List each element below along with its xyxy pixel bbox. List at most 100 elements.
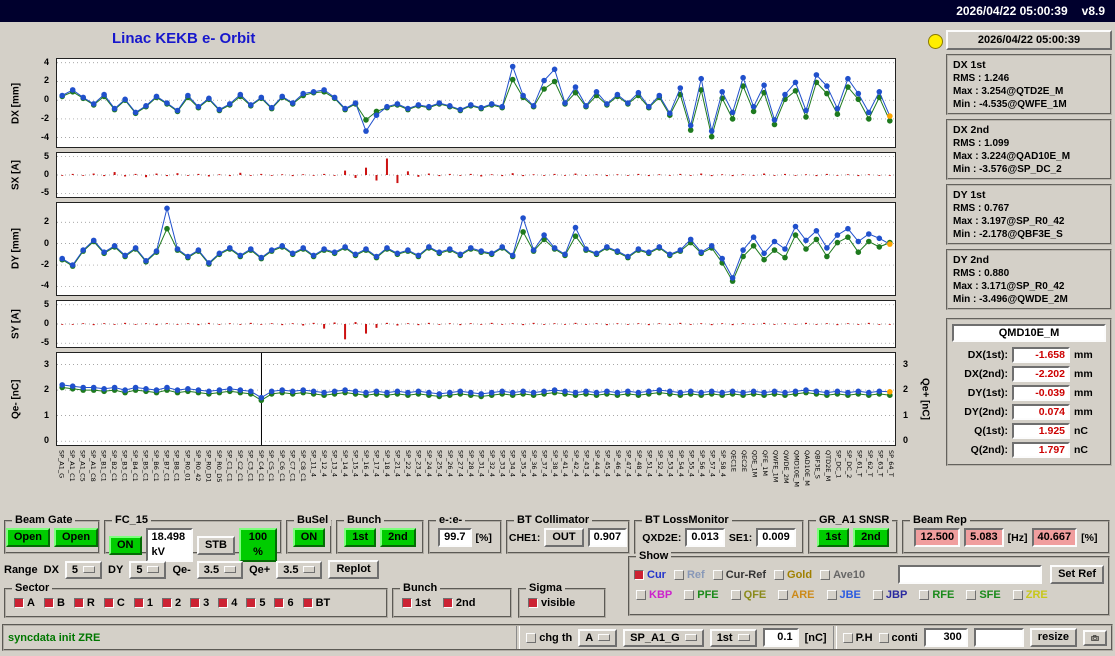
region-checkbox-rfe[interactable]: RFE: [919, 589, 954, 601]
checkbox-box[interactable]: [826, 590, 837, 600]
checkbox-box[interactable]: [712, 569, 723, 580]
checkbox-box[interactable]: [103, 598, 114, 608]
checkbox-box[interactable]: [528, 598, 538, 608]
sector-checkbox-b[interactable]: B: [43, 597, 65, 609]
conti-checkbox[interactable]: conti: [878, 631, 918, 644]
conti-label: conti: [891, 631, 918, 644]
gr-snsr-1st-button[interactable]: 1st: [817, 528, 850, 547]
checkbox-box[interactable]: [402, 598, 412, 608]
checkbox-box[interactable]: [778, 590, 789, 600]
bpm-name-label: SP_33_4: [498, 450, 507, 477]
sector-checkbox-2[interactable]: 2: [161, 597, 181, 609]
sector-checkbox-c[interactable]: C: [103, 597, 125, 609]
checkbox-box[interactable]: [526, 632, 537, 643]
checkbox-box[interactable]: [634, 569, 644, 580]
region-checkbox-are[interactable]: ARE: [778, 589, 815, 601]
sigma-checkbox-visible[interactable]: visible: [528, 597, 575, 609]
show-checkbox-ref[interactable]: Ref: [673, 569, 705, 581]
region-checkbox-jbp[interactable]: JBP: [872, 589, 907, 601]
bunch-select[interactable]: 1st: [709, 628, 757, 647]
beam-gate-open-button-1[interactable]: Open: [5, 528, 50, 547]
che1-state-button[interactable]: OUT: [544, 528, 584, 547]
range-qem-select[interactable]: 3.5: [196, 560, 244, 579]
ee-ratio-value-field[interactable]: 99.7: [438, 528, 472, 547]
region-checkbox-pfe[interactable]: PFE: [684, 589, 719, 601]
fc15-percent-button[interactable]: 100 %: [238, 528, 277, 562]
checkbox-box[interactable]: [73, 598, 84, 608]
interval-entry[interactable]: 300: [923, 628, 968, 647]
bunch-checkbox-1st[interactable]: 1st: [402, 597, 431, 609]
checkbox-box[interactable]: [161, 598, 172, 608]
beam-gate-open-button-2[interactable]: Open: [54, 528, 99, 547]
checkbox-box[interactable]: [1012, 590, 1023, 600]
checkbox-box[interactable]: [274, 598, 285, 608]
region-checkbox-zre[interactable]: ZRE: [1012, 589, 1048, 601]
bunch-1st-button[interactable]: 1st: [344, 528, 377, 547]
sector-checkbox-1[interactable]: 1: [133, 597, 153, 609]
bunch-2nd-button[interactable]: 2nd: [380, 528, 416, 547]
sector-checkbox-3[interactable]: 3: [190, 597, 209, 609]
sector-checkbox-r[interactable]: R: [73, 597, 95, 609]
sector-checkbox-bt[interactable]: BT: [302, 597, 330, 609]
checkbox-box[interactable]: [730, 590, 741, 600]
region-checkbox-qfe[interactable]: QFE: [730, 589, 766, 601]
device-select[interactable]: SP_A1_G: [623, 628, 704, 647]
mode-select[interactable]: A: [578, 628, 618, 647]
set-ref-button[interactable]: Set Ref: [1050, 565, 1104, 584]
checkbox-box[interactable]: [190, 598, 201, 608]
fc15-stb-button[interactable]: STB: [196, 535, 235, 555]
bpm-name-label: SP_42_4: [571, 450, 580, 477]
region-checkbox-kbp[interactable]: KBP: [636, 589, 672, 601]
sector-checkbox-4[interactable]: 4: [218, 597, 237, 609]
checkbox-box[interactable]: [133, 598, 144, 608]
qxd2e-value-field[interactable]: 0.013: [685, 528, 725, 547]
sector-checkbox-a[interactable]: A: [14, 597, 35, 609]
checkbox-box[interactable]: [966, 590, 977, 600]
che1-value-field[interactable]: 0.907: [587, 528, 628, 547]
se1-value-field[interactable]: 0.009: [756, 528, 796, 547]
checkbox-box[interactable]: [218, 598, 229, 608]
range-qep-select[interactable]: 3.5: [276, 560, 323, 579]
fc15-kv-field[interactable]: 18.498 kV: [145, 528, 193, 562]
threshold-entry[interactable]: 0.1: [762, 628, 799, 647]
screenshot-button[interactable]: [1083, 629, 1107, 646]
chg-th-checkbox[interactable]: chg th: [526, 632, 572, 644]
gr-snsr-2nd-button[interactable]: 2nd: [853, 528, 889, 547]
range-dy-select[interactable]: 5: [129, 560, 167, 579]
checkbox-box[interactable]: [919, 590, 930, 600]
checkbox-box[interactable]: [302, 598, 313, 608]
replot-button[interactable]: Replot: [328, 560, 379, 579]
checkbox-box[interactable]: [673, 569, 684, 580]
ref-name-entry[interactable]: [898, 565, 1043, 584]
show-checkbox-cur-ref[interactable]: Cur-Ref: [712, 569, 766, 581]
ph-checkbox[interactable]: P.H: [842, 632, 873, 644]
checkbox-box[interactable]: [43, 598, 54, 608]
resize-button[interactable]: resize: [1029, 628, 1077, 647]
checkbox-box[interactable]: [636, 590, 646, 600]
bpm-name-label: SP_35_4: [519, 450, 528, 477]
show-checkbox-ave10[interactable]: Ave10: [820, 569, 865, 581]
sy-plot: [56, 300, 896, 348]
busel-on-button[interactable]: ON: [292, 528, 326, 547]
checkbox-box[interactable]: [842, 632, 853, 643]
sector-checkbox-5[interactable]: 5: [246, 597, 265, 609]
region-checkbox-sfe[interactable]: SFE: [966, 589, 1001, 601]
region-checkbox-jbe[interactable]: JBE: [826, 589, 861, 601]
checkbox-box[interactable]: [442, 598, 453, 608]
checkbox-box[interactable]: [14, 598, 24, 608]
dropdown-indicator-icon: [303, 566, 316, 573]
checkbox-box[interactable]: [820, 569, 831, 580]
bunch-checkbox-2nd[interactable]: 2nd: [442, 597, 475, 609]
checkbox-box[interactable]: [872, 590, 883, 600]
checkbox-box[interactable]: [684, 590, 695, 600]
fc15-on-button[interactable]: ON: [109, 535, 142, 555]
bunch-select-panel-label: Bunch: [400, 582, 441, 594]
show-checkbox-cur[interactable]: Cur: [634, 569, 666, 581]
range-dx-select[interactable]: 5: [64, 560, 103, 579]
checkbox-box[interactable]: [246, 598, 257, 608]
checkbox-box[interactable]: [774, 569, 785, 580]
blank-entry[interactable]: [973, 628, 1024, 647]
checkbox-box[interactable]: [878, 632, 889, 643]
show-checkbox-gold[interactable]: Gold: [774, 569, 812, 581]
sector-checkbox-6[interactable]: 6: [274, 597, 294, 609]
